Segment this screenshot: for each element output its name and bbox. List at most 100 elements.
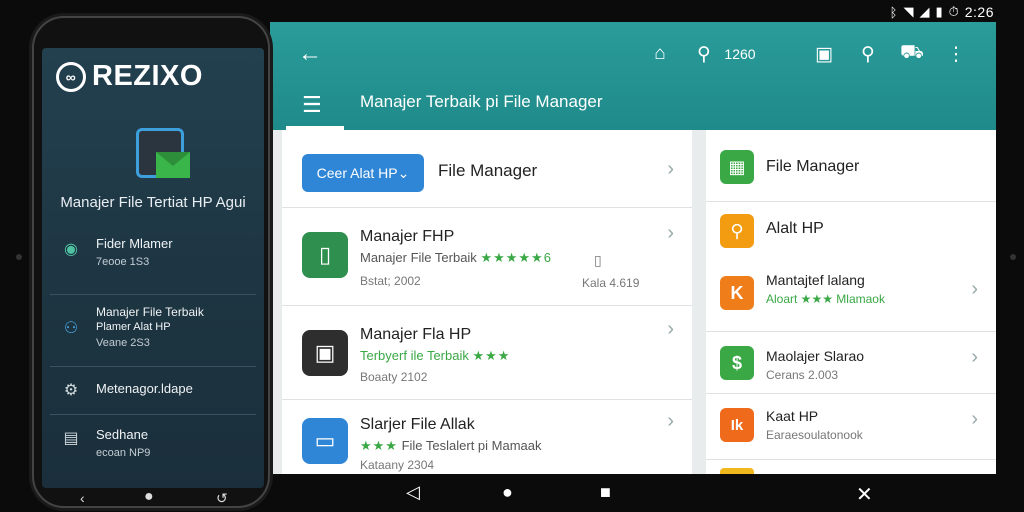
search-badge-icon: ⚲ — [720, 214, 754, 248]
list-header-title: File Manager — [438, 161, 538, 180]
list-item-title: Slarjer File Allak — [360, 416, 475, 433]
list-item-title: Mantajtef lalang — [766, 272, 865, 288]
phone-nav-bar: ‹ ● ↺ — [34, 488, 268, 506]
document-icon: ▭ — [302, 418, 348, 464]
search-icon-secondary[interactable]: ⚲ — [846, 40, 890, 68]
app-bar: ← ⌂ ⚲ 1260 ▣ ⚲ ⛟ ⋮ ☰ Manajer Terbaik pi … — [270, 22, 996, 130]
list-item[interactable]: ▭ Slarjer File Allak ★★★ File Teslalert … — [282, 400, 692, 474]
status-time: 2:26 — [964, 4, 994, 20]
chevron-right-icon: › — [971, 346, 978, 368]
hamburger-menu-icon[interactable]: ☰ — [302, 92, 322, 118]
phone-menu-label: Fider Mlamer — [96, 236, 173, 251]
phone-menu-label: Metenagor.ldape — [96, 381, 193, 396]
search-count: 1260 — [724, 46, 756, 62]
overflow-menu-icon[interactable]: ⋮ — [934, 40, 978, 68]
alarm-icon: ⏱ — [948, 4, 959, 19]
envelope-icon — [156, 152, 190, 178]
tablet-camera-dot — [16, 254, 22, 260]
list-item-meta: Bstat; 2002 — [360, 274, 421, 288]
phone-menu-item[interactable]: ◉ Fider Mlamer 7eooe 1S3 — [50, 224, 256, 294]
list-header-row[interactable]: Ceer Alat HP ⌄ File Manager › — [282, 130, 692, 208]
storage-icon: ▤ — [63, 430, 79, 447]
list-item[interactable]: ⚲ Alalt HP — [706, 202, 996, 258]
list-item-size: Kala 4.619 — [582, 276, 640, 290]
folder-circle-icon: ◉ — [64, 241, 78, 258]
list-item[interactable]: K Mantajtef lalang Aloart ★★★ Mlamaok › — [706, 258, 996, 332]
list-item-meta: Kataany 2304 — [360, 458, 435, 472]
phone-menu-sub: 7eooe 1S3 — [96, 256, 150, 268]
file-app-icon: ▯ — [302, 232, 348, 278]
tablet-sensor-dot — [1010, 254, 1016, 260]
list-item-subtitle: Aloart ★★★ Mlamaok — [766, 292, 885, 306]
rating-stars: ★★★★★6 — [480, 250, 552, 265]
bluetooth-icon: ᛒ — [889, 4, 898, 20]
list-item[interactable]: ▯ Manajer FHP Manajer File Terbaik ★★★★★… — [282, 208, 692, 306]
list-item-subtitle: Terbyerf ile Terbaik — [360, 348, 469, 363]
phone-recents-icon[interactable]: ↺ — [216, 490, 228, 506]
brand-name: REZIXO — [92, 60, 203, 92]
system-nav-bar: ◁ ● ■ ✕ — [270, 474, 996, 512]
back-arrow-icon[interactable]: ← — [298, 40, 322, 68]
phone-screen: ∞ REZIXO Manajer File Tertiat HP Agui ◉ … — [42, 48, 264, 488]
right-list: ▦ File Manager ⚲ Alalt HP K Mantajtef la… — [706, 130, 996, 474]
status-bar: ᛒ ◥ ◢ ▮ ⏱ 2:26 — [890, 2, 994, 22]
clipboard-icon[interactable]: ▣ — [802, 40, 846, 68]
phone-menu-item[interactable]: ⚇ Manajer File Terbaik Plamer Alat HP Ve… — [50, 294, 256, 366]
chevron-right-icon: › — [667, 410, 674, 432]
brand: ∞ REZIXO — [56, 60, 203, 93]
wifi-icon: ◥ — [903, 4, 914, 19]
home-icon[interactable]: ⌂ — [638, 40, 682, 68]
hard-drive-icon: ▣ — [302, 330, 348, 376]
rating-stars: ★★★ — [472, 348, 511, 363]
chevron-right-icon: › — [971, 278, 978, 300]
phone-home-icon[interactable]: ● — [144, 488, 154, 506]
settings-icon: ⚙ — [63, 382, 79, 399]
phone-menu-label: Sedhane — [96, 427, 149, 442]
phone-back-icon[interactable]: ‹ — [80, 490, 85, 506]
phone-frame: ∞ REZIXO Manajer File Tertiat HP Agui ◉ … — [32, 16, 270, 508]
list-item-title: File Manager — [766, 158, 860, 175]
left-list: Ceer Alat HP ⌄ File Manager › ▯ Manajer … — [282, 130, 692, 474]
list-item-subtitle: Earaesoulatonook — [766, 428, 863, 442]
phone-hero-title: Manajer File Tertiat HP Agui — [60, 194, 246, 211]
list-item-title: Alalt HP — [766, 220, 824, 237]
list-item-meta: Boaaty 2102 — [360, 370, 428, 384]
close-icon[interactable]: ✕ — [856, 482, 873, 507]
signal-icon: ◢ — [919, 4, 930, 19]
battery-icon: ▮ — [935, 4, 943, 19]
list-item[interactable]: ▦ File Manager — [706, 130, 996, 202]
list-item[interactable]: ▣ Manajer Fla HP Terbyerf ile Terbaik ★★… — [282, 306, 692, 400]
phone-menu-sub: Veane 2S3 — [96, 337, 150, 349]
list-item[interactable]: Ik Kaat HP Earaesoulatonook › — [706, 394, 996, 460]
phone-menu-sub: ecoan NP9 — [96, 447, 151, 459]
chevron-right-icon: › — [667, 318, 674, 340]
chevron-right-icon: › — [667, 222, 674, 244]
rating-stars: ★★★ — [360, 438, 398, 453]
category-pill-button[interactable]: Ceer Alat HP ⌄ — [302, 154, 424, 192]
chevron-right-icon: › — [971, 408, 978, 430]
app-screen: ← ⌂ ⚲ 1260 ▣ ⚲ ⛟ ⋮ ☰ Manajer Terbaik pi … — [270, 22, 996, 474]
brand-logo-icon: ∞ — [56, 61, 86, 92]
chevron-right-icon: › — [667, 158, 674, 180]
nav-home-icon[interactable]: ● — [502, 482, 513, 503]
phone-menu-label-2: Plamer Alat HP — [96, 321, 171, 333]
calculator-icon: ▦ — [720, 150, 754, 184]
ik-app-icon: Ik — [720, 408, 754, 442]
dollar-icon: $ — [720, 346, 754, 380]
phone-menu-item[interactable]: ▤ Sedhane ecoan NP9 — [50, 414, 256, 484]
nav-back-icon[interactable]: ◁ — [406, 482, 420, 503]
device-icon: ▯ — [594, 252, 602, 268]
phone-menu-item[interactable]: ⚙ Metenagor.ldape — [50, 366, 256, 414]
chevron-down-icon: ⌄ — [397, 164, 410, 181]
users-icon: ⚇ — [63, 320, 79, 337]
k-app-icon: K — [720, 276, 754, 310]
list-item-subtitle: Manajer File Terbaik — [360, 250, 477, 265]
app-bar-actions: ⌂ ⚲ 1260 ▣ ⚲ ⛟ ⋮ — [638, 40, 978, 68]
list-item-subtitle: Cerans 2.003 — [766, 368, 839, 382]
list-item-subtitle: File Teslalert pi Mamaak — [401, 438, 542, 453]
nav-recents-icon[interactable]: ■ — [600, 482, 611, 503]
cart-icon[interactable]: ⛟ — [890, 40, 934, 68]
list-item-title: Manajer FHP — [360, 228, 455, 245]
app-bar-title: Manajer Terbaik pi File Manager — [360, 92, 603, 111]
list-item[interactable]: $ Maolajer Slarao Cerans 2.003 › — [706, 332, 996, 394]
